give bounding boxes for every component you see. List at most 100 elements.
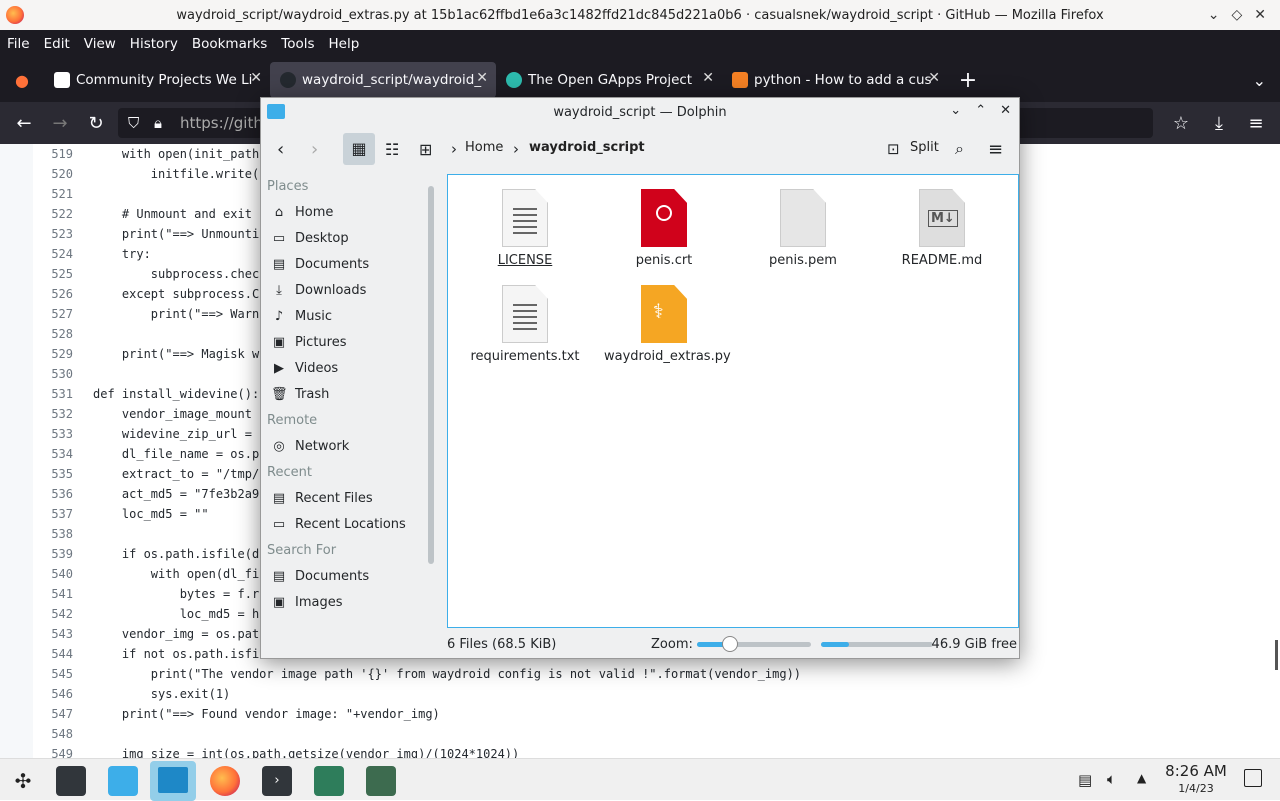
line-number[interactable]: 544	[33, 644, 73, 664]
dolphin-task-icon[interactable]	[150, 761, 196, 801]
line-number[interactable]: 522	[33, 204, 73, 224]
reload-icon[interactable]: ↻	[78, 113, 114, 134]
info-center-icon[interactable]	[314, 766, 344, 796]
downloads-icon[interactable]: ⤓	[1201, 113, 1237, 134]
places-item-downloads[interactable]: ⤓ Downloads	[261, 278, 431, 304]
page-scrollbar[interactable]	[1275, 640, 1278, 670]
back-icon[interactable]: ‹	[277, 139, 284, 160]
line-number[interactable]: 549	[33, 744, 73, 758]
clock[interactable]: 8:26 AM 1/4/23	[1160, 763, 1232, 797]
line-number[interactable]: 537	[33, 504, 73, 524]
file-item[interactable]: requirements.txt	[465, 277, 585, 364]
line-number[interactable]: 532	[33, 404, 73, 424]
app-launcher-icon[interactable]: ✣	[8, 766, 38, 796]
menu-edit[interactable]: Edit	[37, 36, 77, 52]
show-desktop-icon[interactable]	[1244, 769, 1262, 787]
tab-waydroid-script[interactable]: waydroid_script/waydroid_ ✕	[270, 62, 496, 98]
system-monitor-icon[interactable]	[366, 766, 396, 796]
places-item-videos[interactable]: ▶ Videos	[261, 356, 431, 382]
line-number[interactable]: 534	[33, 444, 73, 464]
places-item-home[interactable]: ⌂ Home	[261, 200, 431, 226]
places-item-trash[interactable]: 🗑︎ Trash	[261, 382, 431, 408]
tab-close-icon[interactable]: ✕	[702, 70, 714, 86]
forward-icon[interactable]: →	[42, 113, 78, 134]
firefox-view-icon[interactable]: ●	[0, 71, 44, 90]
tab-close-icon[interactable]: ✕	[928, 70, 940, 86]
search-icon[interactable]: ⌕	[955, 139, 964, 159]
places-item-recent-locations[interactable]: ▭ Recent Locations	[261, 512, 431, 538]
menu-tools[interactable]: Tools	[274, 36, 321, 52]
menu-history[interactable]: History	[123, 36, 185, 52]
bookmark-star-icon[interactable]: ☆	[1163, 113, 1199, 134]
places-item-pictures[interactable]: ▣ Pictures	[261, 330, 431, 356]
details-view-icon[interactable]: ⊞	[419, 140, 432, 159]
lock-icon[interactable]: 🔒︎	[154, 108, 162, 138]
line-number[interactable]: 525	[33, 264, 73, 284]
maximize-icon[interactable]: ⌃	[975, 103, 986, 118]
close-icon[interactable]: ✕	[1000, 103, 1011, 118]
file-item[interactable]: M↓ README.md	[882, 181, 1002, 268]
tab-close-icon[interactable]: ✕	[476, 70, 488, 86]
places-item-music[interactable]: ♪ Music	[261, 304, 431, 330]
line-number[interactable]: 520	[33, 164, 73, 184]
back-icon[interactable]: ←	[6, 113, 42, 134]
line-number[interactable]: 539	[33, 544, 73, 564]
line-number[interactable]: 538	[33, 524, 73, 544]
line-number[interactable]: 524	[33, 244, 73, 264]
line-number[interactable]: 531	[33, 384, 73, 404]
tab-close-icon[interactable]: ✕	[250, 70, 262, 86]
line-number[interactable]: 546	[33, 684, 73, 704]
line-number[interactable]: 542	[33, 604, 73, 624]
line-number[interactable]: 548	[33, 724, 73, 744]
line-number[interactable]: 541	[33, 584, 73, 604]
file-item[interactable]: penis.crt	[604, 181, 724, 268]
zoom-slider[interactable]	[697, 636, 811, 652]
tab-open-gapps[interactable]: The Open GApps Project ✕	[496, 62, 722, 98]
menu-bookmarks[interactable]: Bookmarks	[185, 36, 274, 52]
line-number[interactable]: 535	[33, 464, 73, 484]
list-all-tabs-icon[interactable]: ⌄	[1253, 71, 1266, 90]
places-scrollbar[interactable]	[428, 186, 434, 564]
line-number[interactable]: 533	[33, 424, 73, 444]
menu-view[interactable]: View	[77, 36, 123, 52]
firefox-task-icon[interactable]	[210, 766, 240, 796]
split-button[interactable]: Split	[910, 140, 939, 155]
volume-icon[interactable]: 🔈︎	[1107, 770, 1116, 788]
close-icon[interactable]: ✕	[1254, 7, 1266, 23]
places-item-recent-files[interactable]: ▤ Recent Files	[261, 486, 431, 512]
line-number[interactable]: 536	[33, 484, 73, 504]
file-item[interactable]: penis.pem	[743, 181, 863, 268]
line-number[interactable]: 528	[33, 324, 73, 344]
file-item[interactable]: ⚕ waydroid_extras.py	[604, 277, 731, 364]
discover-icon[interactable]	[108, 766, 138, 796]
hamburger-menu-icon[interactable]: ≡	[1238, 113, 1274, 134]
places-item-documents[interactable]: ▤ Documents	[261, 564, 431, 590]
minimize-icon[interactable]: ⌄	[950, 103, 961, 118]
shield-icon[interactable]: ⛉	[128, 108, 139, 138]
places-item-desktop[interactable]: ▭ Desktop	[261, 226, 431, 252]
icons-view-icon[interactable]: ▦	[343, 133, 375, 165]
hamburger-menu-icon[interactable]: ≡	[988, 139, 1003, 160]
breadcrumb-home[interactable]: Home	[465, 140, 503, 155]
forward-icon[interactable]: ›	[311, 139, 318, 160]
menu-file[interactable]: File	[0, 36, 37, 52]
split-icon[interactable]: ⊡	[887, 140, 900, 158]
places-item-network[interactable]: ◎ Network	[261, 434, 431, 460]
line-number[interactable]: 527	[33, 304, 73, 324]
compact-view-icon[interactable]: ☷	[385, 140, 399, 159]
line-number[interactable]: 519	[33, 144, 73, 164]
line-number[interactable]: 523	[33, 224, 73, 244]
line-number[interactable]: 545	[33, 664, 73, 684]
line-number[interactable]: 529	[33, 344, 73, 364]
places-item-documents[interactable]: ▤ Documents	[261, 252, 431, 278]
system-settings-icon[interactable]	[56, 766, 86, 796]
clipboard-icon[interactable]: ▤	[1078, 771, 1092, 789]
line-number[interactable]: 530	[33, 364, 73, 384]
tray-expand-icon[interactable]: ▲	[1137, 771, 1146, 785]
tab-community-projects[interactable]: Community Projects We Li ✕	[44, 62, 270, 98]
breadcrumb-current[interactable]: waydroid_script	[529, 140, 645, 155]
maximize-icon[interactable]: ◇	[1231, 7, 1242, 23]
menu-help[interactable]: Help	[322, 36, 367, 52]
line-number[interactable]: 521	[33, 184, 73, 204]
minimize-icon[interactable]: ⌄	[1208, 7, 1220, 23]
